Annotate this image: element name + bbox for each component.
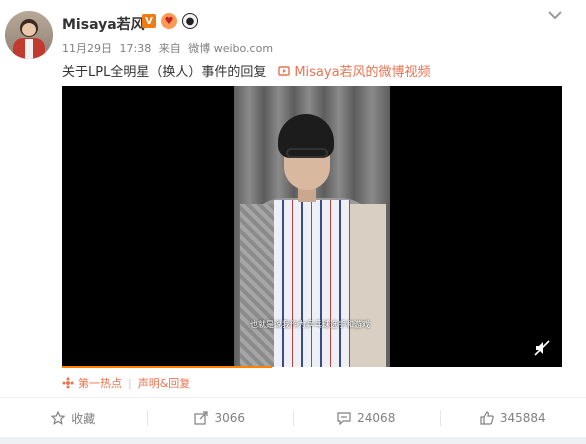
like-button[interactable]: 345884	[439, 400, 586, 436]
mute-icon[interactable]	[534, 340, 550, 356]
favorite-button[interactable]: 收藏	[0, 400, 147, 436]
source-prefix: 来自	[158, 42, 181, 55]
video-player[interactable]: 也就是说我作为乒乓球选手和游戏	[62, 86, 562, 367]
tag-statement[interactable]: 声明&回复	[138, 375, 191, 391]
username[interactable]: Misaya若风	[62, 14, 145, 34]
hot-topic-icon	[62, 377, 74, 389]
post-source[interactable]: 微博 weibo.com	[188, 42, 273, 55]
panda-icon: ●	[182, 13, 198, 29]
comment-button[interactable]: 24068	[293, 400, 440, 436]
repost-button[interactable]: 3066	[146, 400, 294, 436]
comment-icon	[337, 412, 351, 425]
favorite-label: 收藏	[71, 411, 96, 426]
video-link-icon	[278, 65, 291, 76]
video-link-label[interactable]: Misaya若风的微博视频	[294, 61, 430, 80]
comment-count: 24068	[357, 411, 396, 425]
tag-separator: |	[128, 376, 132, 390]
thumbs-up-icon	[480, 411, 494, 425]
video-progress[interactable]	[62, 366, 272, 368]
post-content: 关于LPL全明星（换人）事件的回复	[62, 65, 267, 80]
avatar[interactable]	[5, 11, 53, 59]
post-date[interactable]: 11月29日	[62, 42, 112, 55]
divider	[0, 397, 586, 398]
chevron-down-icon[interactable]	[548, 10, 562, 20]
weibo-post: Misaya若风 V ♥ ● 11月29日 17:38 来自 微博 weibo.…	[0, 0, 586, 444]
star-icon	[51, 411, 66, 425]
repost-icon	[194, 411, 209, 425]
tag-hot[interactable]: 第一热点	[78, 375, 122, 391]
topic-tags: 第一热点 | 声明&回复	[62, 375, 190, 391]
verified-badge-icon[interactable]: V	[142, 14, 156, 28]
video-link[interactable]: Misaya若风的微博视频	[278, 61, 431, 80]
post-time[interactable]: 17:38	[120, 42, 152, 55]
post-meta: 11月29日 17:38 来自 微博 weibo.com	[62, 40, 277, 56]
video-subtitle: 也就是说我作为乒乓球选手和游戏	[250, 320, 370, 329]
post-text: 关于LPL全明星（换人）事件的回复 Misaya若风的微博视频	[62, 61, 431, 80]
user-badges: V ♥ ●	[142, 13, 198, 29]
like-count: 345884	[499, 411, 546, 425]
heart-face-icon: ♥	[161, 13, 177, 29]
action-bar: 收藏 3066 24068 345884	[0, 400, 586, 436]
repost-count: 3066	[214, 411, 246, 425]
feed-spacer	[0, 437, 586, 444]
